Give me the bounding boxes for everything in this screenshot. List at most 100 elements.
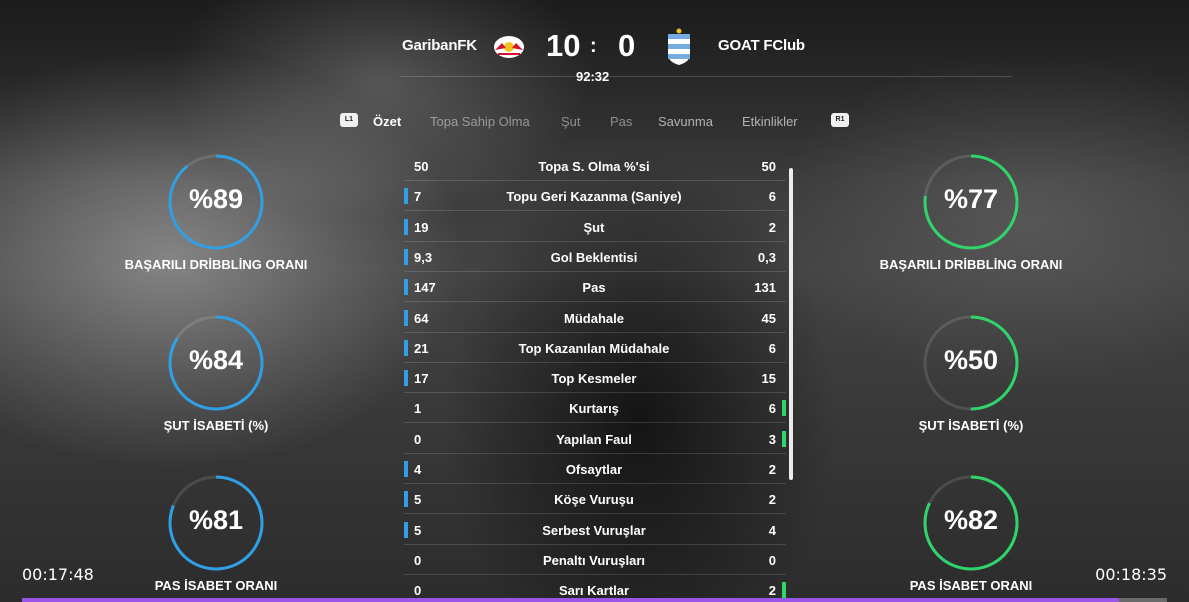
away-stat-value: 15 [761, 371, 776, 387]
home-team-name: GaribanFK [402, 37, 477, 54]
stats-table: 50 Topa S. Olma %'si 50 7 Topu Geri Kazanma … [404, 151, 786, 602]
table-row: 0 Penaltı Vuruşları 0 [404, 545, 786, 575]
r1-button-icon[interactable]: R1 [831, 113, 849, 127]
left-donut-value: %81 [188, 505, 244, 535]
home-lead-marker [404, 461, 408, 477]
tab-defense[interactable]: Savunma [658, 114, 713, 129]
stat-label: Topu Geri Kazanma (Saniye) [506, 189, 682, 205]
away-stat-value: 2 [768, 219, 776, 235]
home-lead-marker [404, 339, 408, 356]
right-donut-label: PAS İSABET ORANI [909, 578, 1033, 593]
tab-events[interactable]: Etkinlikler [742, 114, 798, 129]
table-row: 5 Serbest Vuruşlar 4 [404, 515, 786, 545]
home-lead-marker [404, 370, 408, 387]
right-donut-2: %82 [921, 473, 1021, 573]
left-donut-value: %84 [188, 345, 244, 375]
tab-possession[interactable]: Topa Sahip Olma [430, 114, 530, 129]
home-lead-marker [404, 218, 408, 235]
home-stat-value: 4 [414, 462, 422, 477]
stat-label: Pas [582, 280, 606, 296]
home-stat-value: 0 [414, 552, 422, 568]
left-donut-2: %81 [166, 473, 266, 573]
away-stat-value: 131 [754, 280, 776, 296]
left-donut-label: BAŞARILI DRİBBLİNG ORANI [124, 257, 308, 272]
right-donut-1: %50 [921, 313, 1021, 413]
right-donut-label: BAŞARILI DRİBBLİNG ORANI [879, 257, 1063, 272]
right-donut-value: %77 [943, 184, 999, 214]
stat-label: Yapılan Faul [556, 431, 632, 447]
away-lead-marker [782, 400, 786, 417]
home-lead-marker [404, 279, 408, 296]
tab-summary[interactable]: Özet [373, 114, 401, 129]
score-separator: : [590, 35, 597, 57]
away-stat-value: 2 [768, 492, 776, 508]
right-donut-0: %77 [921, 152, 1021, 252]
right-donut-value: %50 [943, 345, 999, 375]
rb-bull-crest-icon [494, 36, 524, 58]
away-score: 0 [618, 28, 636, 63]
away-stat-value: 50 [761, 159, 776, 174]
video-progress-bar[interactable] [22, 598, 1167, 602]
home-stat-value: 21 [414, 340, 429, 356]
away-stat-value: 6 [768, 340, 776, 356]
stat-label: Sarı Kartlar [558, 583, 630, 599]
home-stat-value: 5 [414, 492, 422, 508]
stat-label: Şut [583, 219, 605, 235]
home-stat-value: 50 [414, 159, 429, 174]
table-row: 50 Topa S. Olma %'si 50 [404, 151, 786, 181]
away-stat-value: 6 [768, 401, 776, 417]
home-stat-value: 5 [414, 522, 422, 538]
home-stat-value: 147 [414, 280, 436, 296]
table-row: 4 Ofsaytlar 2 [404, 454, 786, 484]
away-lead-marker [782, 430, 786, 447]
away-stat-value: 4 [768, 522, 776, 538]
table-row: 7 Topu Geri Kazanma (Saniye) 6 [404, 181, 786, 212]
home-stat-value: 9,3 [414, 249, 433, 265]
away-team-name: GOAT FClub [718, 37, 805, 54]
left-donut-0: %89 [166, 152, 266, 252]
away-stat-value: 0,3 [757, 249, 776, 265]
table-row: 5 Köşe Vuruşu 2 [404, 484, 786, 515]
home-lead-marker [404, 521, 408, 538]
away-stat-value: 0 [768, 552, 776, 568]
header-divider [400, 76, 1012, 77]
tab-shots[interactable]: Şut [561, 114, 581, 129]
stat-label: Müdahale [564, 310, 624, 326]
stat-label: Serbest Vuruşlar [542, 522, 646, 538]
away-stat-value: 2 [768, 583, 776, 599]
table-row: 19 Şut 2 [404, 212, 786, 242]
away-stat-value: 45 [761, 310, 776, 326]
away-stat-value: 3 [768, 431, 776, 447]
video-duration: 00:18:35 [1095, 565, 1167, 584]
table-row: 0 Yapılan Faul 3 [404, 424, 786, 454]
stats-scrollbar[interactable] [789, 168, 793, 480]
table-row: 64 Müdahale 45 [404, 303, 786, 333]
home-stat-value: 64 [414, 310, 429, 326]
left-donut-value: %89 [188, 184, 244, 214]
l1-button-icon[interactable]: L1 [340, 113, 358, 127]
home-lead-marker [404, 491, 408, 508]
left-donut-label: ŞUT İSABETİ (%) [163, 418, 269, 433]
home-stat-value: 0 [414, 431, 422, 447]
stat-label: Kurtarış [569, 401, 619, 417]
home-lead-marker [404, 309, 408, 326]
table-row: 21 Top Kazanılan Müdahale 6 [404, 333, 786, 363]
home-lead-marker [404, 248, 408, 265]
home-stat-value: 1 [414, 401, 422, 417]
video-elapsed-time: 00:17:48 [22, 565, 94, 584]
argentina-crest-icon [668, 28, 690, 65]
home-lead-marker [404, 188, 408, 205]
home-stat-value: 19 [414, 219, 429, 235]
stat-label: Penaltı Vuruşları [542, 552, 646, 568]
stat-label: Ofsaytlar [565, 462, 623, 477]
home-stat-value: 17 [414, 371, 429, 387]
tab-passing[interactable]: Pas [610, 114, 632, 129]
away-stat-value: 2 [768, 462, 776, 477]
away-lead-marker [782, 582, 786, 599]
left-donut-1: %84 [166, 313, 266, 413]
right-donut-label: ŞUT İSABETİ (%) [918, 418, 1024, 433]
home-stat-value: 0 [414, 583, 422, 599]
table-row: 17 Top Kesmeler 15 [404, 363, 786, 394]
table-row: 147 Pas 131 [404, 272, 786, 303]
stat-label: Topa S. Olma %'si [538, 159, 650, 174]
